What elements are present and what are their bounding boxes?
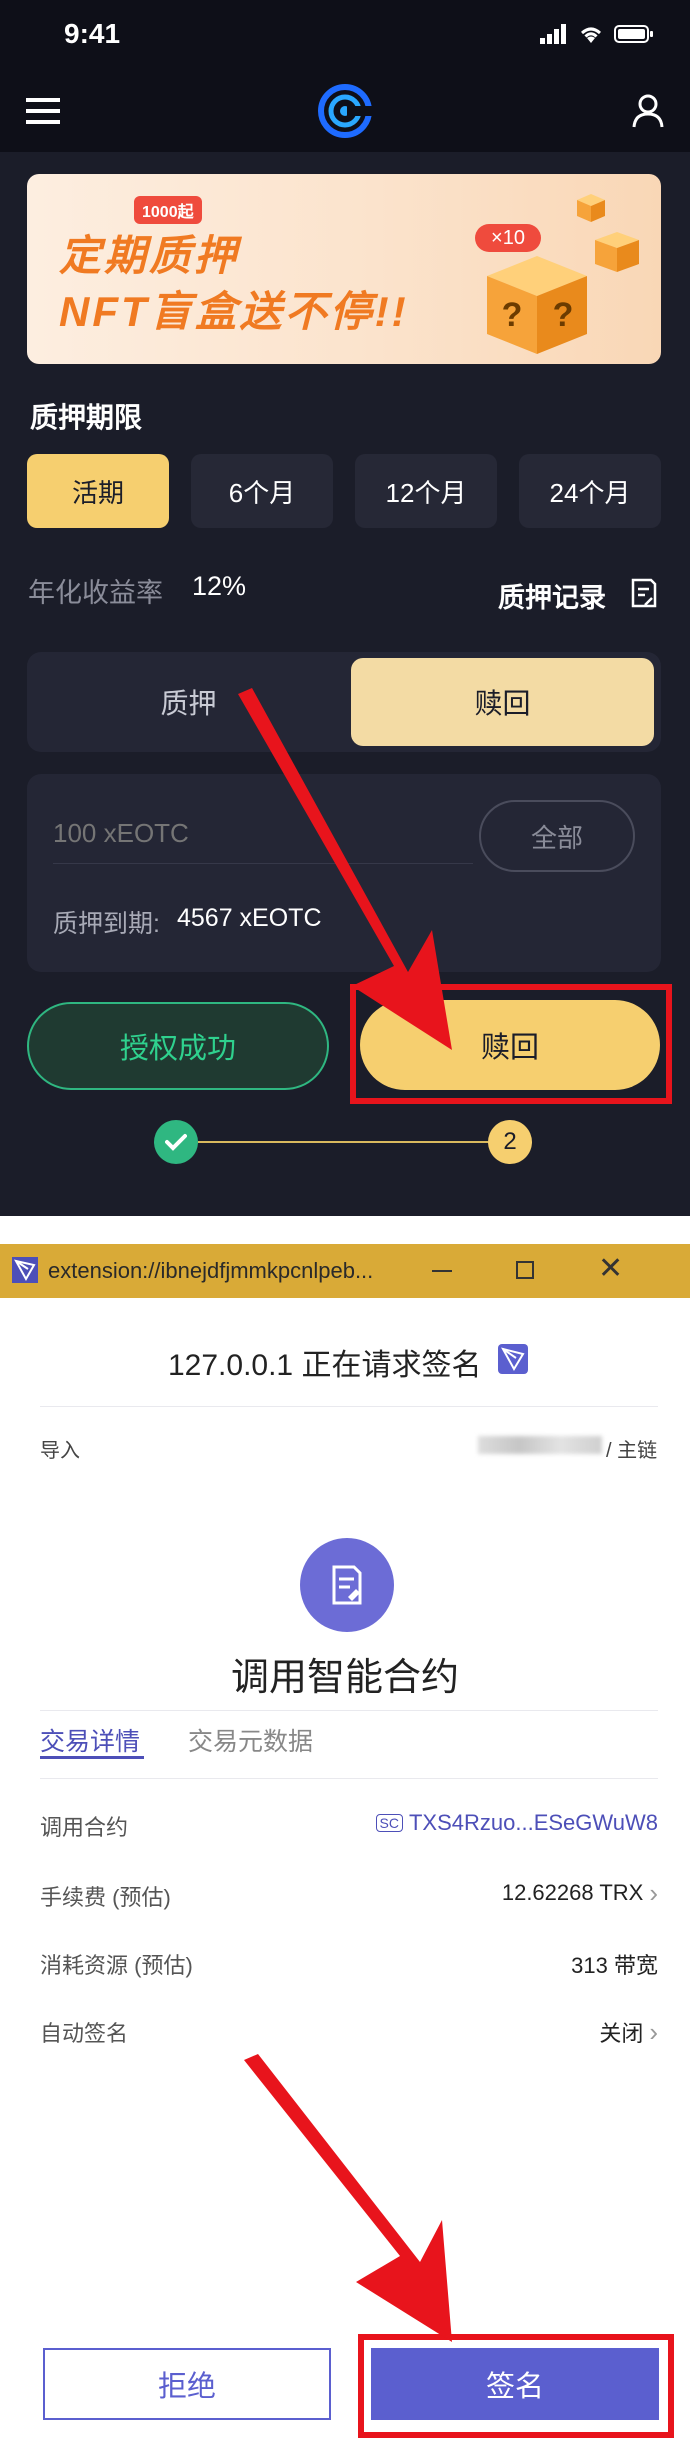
active-tab-indicator xyxy=(40,1756,144,1759)
document-icon[interactable] xyxy=(630,578,658,608)
apr-label: 年化收益率 xyxy=(28,578,163,608)
promo-banner[interactable]: 1000起 定期质押 NFT盲盒送不停!! ×10 ? ? xyxy=(27,174,661,364)
account-import-label: 导入 xyxy=(40,1440,80,1462)
contract-icon xyxy=(300,1538,394,1632)
highlight-box xyxy=(358,2334,674,2438)
divider xyxy=(40,1778,658,1779)
step-2-current: 2 xyxy=(488,1120,532,1164)
step-connector xyxy=(198,1141,488,1143)
max-amount-button[interactable]: 全部 xyxy=(479,800,635,872)
wifi-icon xyxy=(581,27,601,43)
contract-title: 调用智能合约 xyxy=(230,1657,459,1699)
window-titlebar: extension://ibnejdfjmmkpcnlpeb... ✕ xyxy=(0,1244,690,1298)
wallet-logo-icon xyxy=(498,1344,528,1374)
chain-label: / 主链 xyxy=(606,1440,658,1462)
row-resource-value: 313 带宽 xyxy=(571,1948,658,1980)
pointer-arrow-icon xyxy=(244,2054,452,2342)
period-option-12-months[interactable]: 12个月 xyxy=(355,454,497,528)
amount-input[interactable] xyxy=(53,804,473,864)
row-contract-label: 调用合约 xyxy=(40,1815,129,1840)
tab-redeem[interactable]: 赎回 xyxy=(351,658,654,746)
period-option-24-months[interactable]: 24个月 xyxy=(519,454,661,528)
chevron-right-icon: › xyxy=(649,2017,658,2047)
expiry-label: 质押到期: xyxy=(53,910,160,938)
status-time: 9:41 xyxy=(64,18,121,49)
extension-url: extension://ibnejdfjmmkpcnlpeb... xyxy=(48,1258,374,1283)
mystery-box-icon: ×10 ? ? xyxy=(475,194,639,354)
row-resource-label: 消耗资源 (预估) xyxy=(40,1953,193,1978)
contract-address: TXS4Rzuo...ESeGWuW8 xyxy=(408,1810,658,1835)
stake-records-link[interactable]: 质押记录 xyxy=(498,576,606,615)
app-logo-icon xyxy=(318,84,372,138)
wallet-extension-popup: extension://ibnejdfjmmkpcnlpeb... ✕ 127.… xyxy=(0,1244,690,2451)
status-icons xyxy=(540,24,654,44)
smart-contract-icon: SC xyxy=(375,1814,403,1832)
svg-text:?: ? xyxy=(553,296,574,334)
user-icon[interactable] xyxy=(632,94,664,128)
expiry-value: 4567 xEOTC xyxy=(177,904,322,932)
stake-redeem-tabs: 质押 赎回 xyxy=(27,652,661,752)
menu-icon[interactable] xyxy=(26,98,60,124)
banner-multiplier: ×10 xyxy=(491,227,525,249)
stake-period-title: 质押期限 xyxy=(30,402,143,433)
tab-transaction-details[interactable]: 交易详情 xyxy=(40,1722,140,1758)
minimize-icon[interactable] xyxy=(432,1270,452,1272)
signal-icon xyxy=(540,24,566,44)
battery-icon xyxy=(614,25,653,43)
divider xyxy=(40,1406,658,1407)
redacted-address xyxy=(478,1436,602,1454)
row-autosign-value[interactable]: 关闭 › xyxy=(599,2016,658,2048)
svg-text:?: ? xyxy=(502,296,523,334)
wallet-logo-icon xyxy=(12,1257,38,1283)
apr-value: 12% xyxy=(192,571,247,601)
top-nav xyxy=(0,70,690,152)
maximize-icon[interactable] xyxy=(516,1261,534,1279)
amount-card: 全部 质押到期: 4567 xEOTC xyxy=(27,774,661,972)
highlight-box xyxy=(350,984,672,1104)
autosign-status: 关闭 xyxy=(599,2021,644,2046)
step-1-complete xyxy=(154,1120,198,1164)
banner-badge: 1000起 xyxy=(134,196,202,224)
divider xyxy=(40,1710,658,1711)
authorized-button[interactable]: 授权成功 xyxy=(27,1002,329,1090)
banner-headline: 定期质押 xyxy=(59,232,240,279)
tab-transaction-metadata[interactable]: 交易元数据 xyxy=(188,1722,313,1758)
check-icon xyxy=(165,1134,187,1151)
banner-subline: NFT盲盒送不停!! xyxy=(59,288,409,335)
row-fee-value[interactable]: 12.62268 TRX › xyxy=(502,1880,658,1906)
tab-stake[interactable]: 质押 xyxy=(37,658,340,746)
chevron-right-icon: › xyxy=(649,1878,658,1908)
period-option-flexible[interactable]: 活期 xyxy=(27,454,169,528)
close-icon[interactable]: ✕ xyxy=(598,1252,623,1286)
row-fee-label: 手续费 (预估) xyxy=(40,1885,171,1910)
dapp-screen: 9:41 1000起 定期质押 NFT盲盒送不停!! ×10 ? ? 质押期限 … xyxy=(0,0,690,1216)
resource-amount: 313 带宽 xyxy=(571,1953,658,1978)
row-autosign-label: 自动签名 xyxy=(40,2021,129,2046)
fee-amount: 12.62268 TRX xyxy=(501,1880,644,1905)
status-bar: 9:41 xyxy=(0,0,690,70)
reject-button[interactable]: 拒绝 xyxy=(43,2348,331,2420)
period-option-6-months[interactable]: 6个月 xyxy=(191,454,333,528)
row-contract-value[interactable]: SC TXS4Rzuo...ESeGWuW8 xyxy=(375,1810,658,1836)
request-title: 127.0.0.1 正在请求签名 xyxy=(168,1349,482,1382)
contract-document-icon xyxy=(332,1565,362,1605)
